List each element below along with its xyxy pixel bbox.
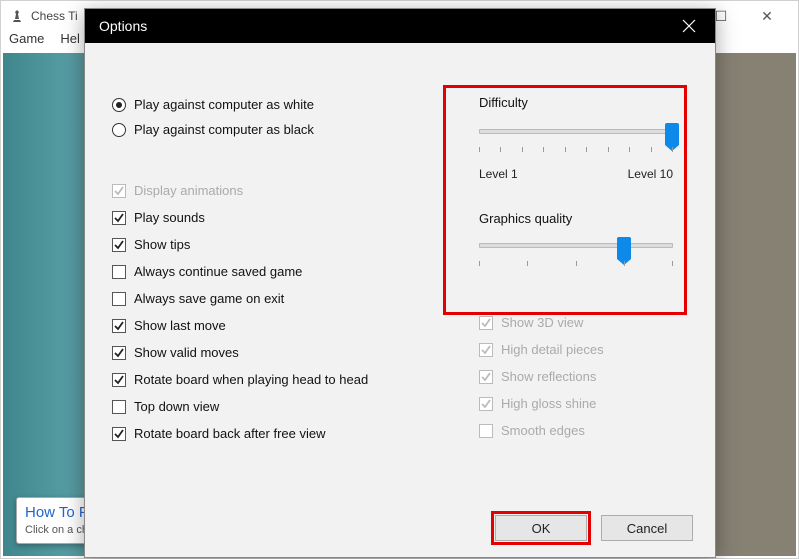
graphics-checkbox-list: Show 3D view High detail pieces Show ref… bbox=[479, 315, 604, 450]
difficulty-slider[interactable] bbox=[479, 129, 673, 134]
checkbox-label: High gloss shine bbox=[501, 396, 596, 411]
dialog-title: Options bbox=[99, 18, 147, 34]
check-show-valid-moves[interactable]: Show valid moves bbox=[112, 345, 368, 360]
radio-play-white[interactable]: Play against computer as white bbox=[112, 97, 314, 112]
checkbox-label: Top down view bbox=[134, 399, 219, 414]
check-high-detail-pieces: High detail pieces bbox=[479, 342, 604, 357]
check-always-continue-saved[interactable]: Always continue saved game bbox=[112, 264, 368, 279]
checkbox-icon bbox=[112, 265, 126, 279]
highlight-sliders bbox=[443, 85, 687, 315]
check-rotate-after-free[interactable]: Rotate board back after free view bbox=[112, 426, 368, 441]
checkbox-icon bbox=[479, 343, 493, 357]
checkbox-icon bbox=[479, 316, 493, 330]
dialog-close-button[interactable] bbox=[677, 14, 701, 38]
check-rotate-head-to-head[interactable]: Rotate board when playing head to head bbox=[112, 372, 368, 387]
checkbox-icon bbox=[112, 238, 126, 252]
graphics-ticks bbox=[479, 261, 673, 266]
check-display-animations: Display animations bbox=[112, 183, 368, 198]
checkbox-icon bbox=[112, 319, 126, 333]
checkbox-icon bbox=[112, 211, 126, 225]
checkbox-label: Rotate board back after free view bbox=[134, 426, 326, 441]
check-play-sounds[interactable]: Play sounds bbox=[112, 210, 368, 225]
checkbox-icon bbox=[112, 292, 126, 306]
checkbox-label: Always save game on exit bbox=[134, 291, 284, 306]
checkbox-label: Play sounds bbox=[134, 210, 205, 225]
difficulty-max-label: Level 10 bbox=[628, 167, 673, 181]
difficulty-min-label: Level 1 bbox=[479, 167, 518, 181]
graphics-quality-slider[interactable] bbox=[479, 243, 673, 248]
slider-track bbox=[479, 129, 673, 134]
menu-game[interactable]: Game bbox=[9, 31, 44, 53]
difficulty-level-labels: Level 1 Level 10 bbox=[479, 167, 673, 181]
graphics-quality-label: Graphics quality bbox=[479, 211, 572, 226]
checkbox-label: Show last move bbox=[134, 318, 226, 333]
checkbox-label: Rotate board when playing head to head bbox=[134, 372, 368, 387]
close-icon bbox=[682, 19, 696, 33]
close-button[interactable]: ✕ bbox=[744, 1, 790, 31]
checkbox-label: High detail pieces bbox=[501, 342, 604, 357]
checkbox-icon bbox=[479, 370, 493, 384]
checkbox-icon bbox=[112, 373, 126, 387]
radio-label: Play against computer as white bbox=[134, 97, 314, 112]
ok-button[interactable]: OK bbox=[495, 515, 587, 541]
radio-icon bbox=[112, 98, 126, 112]
options-dialog: Options Play against computer as white P… bbox=[84, 8, 716, 558]
check-show-tips[interactable]: Show tips bbox=[112, 237, 368, 252]
slider-thumb[interactable] bbox=[665, 123, 679, 145]
checkbox-icon bbox=[112, 400, 126, 414]
dialog-body: Play against computer as white Play agai… bbox=[85, 43, 715, 557]
checkbox-icon bbox=[479, 397, 493, 411]
checkbox-label: Show 3D view bbox=[501, 315, 583, 330]
checkbox-label: Display animations bbox=[134, 183, 243, 198]
checkbox-icon bbox=[479, 424, 493, 438]
check-show-last-move[interactable]: Show last move bbox=[112, 318, 368, 333]
checkbox-label: Smooth edges bbox=[501, 423, 585, 438]
difficulty-ticks bbox=[479, 147, 673, 152]
checkbox-label: Always continue saved game bbox=[134, 264, 302, 279]
check-smooth-edges: Smooth edges bbox=[479, 423, 604, 438]
radio-icon bbox=[112, 123, 126, 137]
checkbox-label: Show tips bbox=[134, 237, 190, 252]
checkbox-label: Show valid moves bbox=[134, 345, 239, 360]
checkbox-icon bbox=[112, 184, 126, 198]
dialog-button-row: OK Cancel bbox=[495, 515, 693, 541]
cancel-button[interactable]: Cancel bbox=[601, 515, 693, 541]
chess-app-icon bbox=[9, 8, 25, 24]
check-show-reflections: Show reflections bbox=[479, 369, 604, 384]
check-top-down-view[interactable]: Top down view bbox=[112, 399, 368, 414]
checkbox-icon bbox=[112, 346, 126, 360]
check-always-save-exit[interactable]: Always save game on exit bbox=[112, 291, 368, 306]
slider-thumb[interactable] bbox=[617, 237, 631, 259]
radio-play-black[interactable]: Play against computer as black bbox=[112, 122, 314, 137]
app-title: Chess Ti bbox=[31, 9, 78, 23]
difficulty-label: Difficulty bbox=[479, 95, 528, 110]
radio-label: Play against computer as black bbox=[134, 122, 314, 137]
menu-help[interactable]: Hel bbox=[60, 31, 80, 53]
play-side-radio-group: Play against computer as white Play agai… bbox=[112, 97, 314, 147]
left-checkbox-list: Display animations Play sounds Show tips… bbox=[112, 183, 368, 453]
checkbox-icon bbox=[112, 427, 126, 441]
check-high-gloss-shine: High gloss shine bbox=[479, 396, 604, 411]
dialog-titlebar: Options bbox=[85, 9, 715, 43]
slider-track bbox=[479, 243, 673, 248]
check-show-3d-view: Show 3D view bbox=[479, 315, 604, 330]
checkbox-label: Show reflections bbox=[501, 369, 596, 384]
